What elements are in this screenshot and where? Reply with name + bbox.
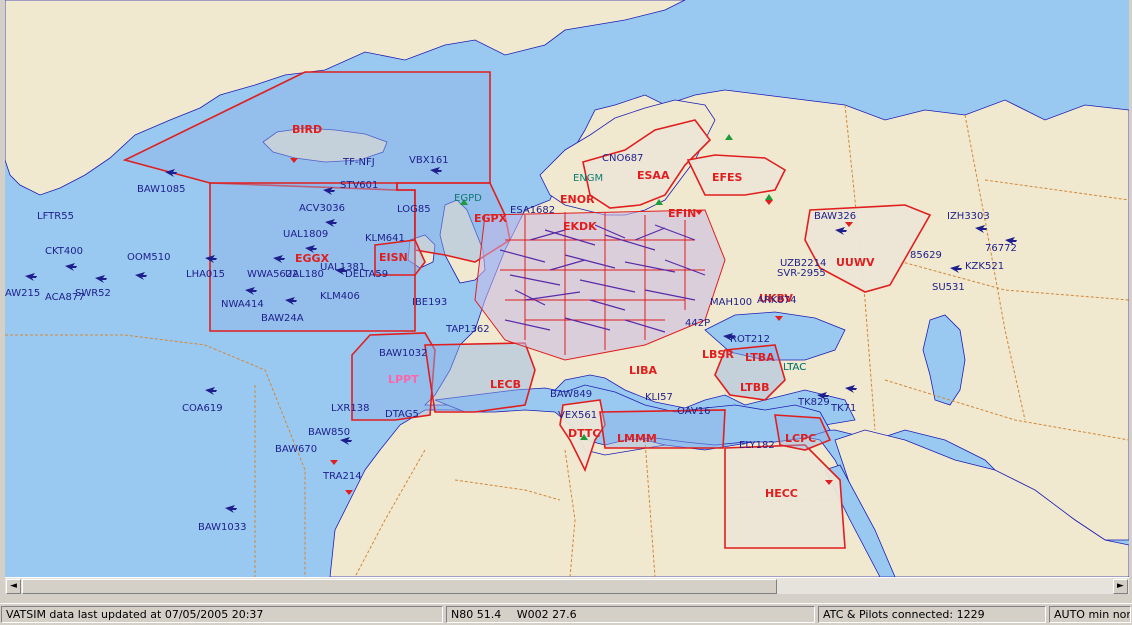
- aircraft-callsign[interactable]: IBE193: [412, 297, 447, 308]
- aircraft-callsign[interactable]: ELY182: [739, 440, 775, 451]
- aircraft-callsign[interactable]: 76772: [985, 243, 1017, 254]
- status-longitude: W002 27.6: [516, 608, 577, 621]
- aircraft-callsign[interactable]: BAW670: [275, 444, 317, 455]
- aircraft-callsign[interactable]: TF-NFJ: [342, 157, 375, 168]
- aircraft-callsign[interactable]: ESA1682: [510, 205, 555, 216]
- fir-label[interactable]: HECC: [765, 487, 798, 500]
- fir-label[interactable]: BIRD: [292, 123, 322, 136]
- aircraft-callsign[interactable]: TK829: [797, 397, 830, 408]
- fir-label[interactable]: LMMM: [617, 432, 657, 445]
- aircraft-callsign[interactable]: VBX161: [409, 155, 449, 166]
- aircraft-callsign[interactable]: UAL180: [285, 269, 324, 280]
- aircraft-callsign[interactable]: BAW24A: [261, 313, 304, 324]
- aircraft-callsign[interactable]: LFTR55: [37, 211, 74, 222]
- aircraft-callsign[interactable]: 85629: [910, 250, 942, 261]
- aircraft-callsign[interactable]: DTAG5: [385, 409, 419, 420]
- aircraft-callsign[interactable]: 442P: [685, 318, 710, 329]
- aircraft-callsign[interactable]: LHA015: [186, 269, 225, 280]
- fir-label[interactable]: EKDK: [563, 220, 597, 233]
- aircraft-callsign[interactable]: KLM406: [320, 291, 360, 302]
- map-view[interactable]: BIRD EGPX EGGX EISN ESAA EFES UUWV LTBB …: [5, 0, 1129, 577]
- aircraft-callsign[interactable]: KLM641: [365, 233, 405, 244]
- fir-label[interactable]: LTBA: [745, 351, 775, 364]
- aircraft-callsign[interactable]: NWA414: [221, 299, 264, 310]
- fir-label[interactable]: ENOR: [560, 193, 595, 206]
- fir-label[interactable]: EISN: [379, 251, 408, 264]
- airport-label[interactable]: ENGM: [573, 173, 603, 184]
- status-mode: AUTO min norm: [1049, 606, 1131, 623]
- aircraft-callsign[interactable]: BAW1085: [137, 184, 186, 195]
- aircraft-callsign[interactable]: LXR138: [331, 403, 369, 414]
- aircraft-callsign[interactable]: SU531: [932, 282, 965, 293]
- fir-label[interactable]: LPPT: [388, 373, 419, 386]
- scroll-right-icon[interactable]: ►: [1113, 579, 1128, 594]
- fir-label[interactable]: LBSR: [702, 348, 734, 361]
- aircraft-callsign[interactable]: SVR-2955: [777, 268, 826, 279]
- airport-label[interactable]: LTAC: [783, 362, 806, 373]
- aircraft-callsign[interactable]: TRA214: [322, 471, 362, 482]
- scroll-left-icon[interactable]: ◄: [6, 579, 21, 594]
- fir-label[interactable]: UUWV: [836, 256, 875, 269]
- aircraft-callsign[interactable]: ACV3036: [299, 203, 345, 214]
- aircraft-callsign[interactable]: BAW1033: [198, 522, 247, 533]
- aircraft-callsign[interactable]: ROT212: [730, 334, 770, 345]
- fir-label[interactable]: EFES: [712, 171, 743, 184]
- aircraft-callsign[interactable]: BAW326: [814, 211, 856, 222]
- aircraft-callsign[interactable]: BAW849: [550, 389, 592, 400]
- status-bar: VATSIM data last updated at 07/05/2005 2…: [0, 603, 1132, 625]
- horizontal-scrollbar[interactable]: ◄ ►: [5, 577, 1129, 594]
- aircraft-callsign[interactable]: AW215: [5, 288, 40, 299]
- aircraft-callsign[interactable]: COA619: [182, 403, 223, 414]
- fir-label[interactable]: ESAA: [637, 169, 670, 182]
- aircraft-callsign[interactable]: UAL1809: [283, 229, 328, 240]
- fir-label[interactable]: LIBA: [629, 364, 657, 377]
- fir-label[interactable]: LTBB: [740, 381, 769, 394]
- status-coordinates: N80 51.4 W002 27.6: [446, 606, 815, 623]
- aircraft-callsign[interactable]: TAP1362: [445, 324, 490, 335]
- aircraft-callsign[interactable]: CKT400: [45, 246, 83, 257]
- aircraft-callsign[interactable]: UZB2214: [780, 258, 826, 269]
- aircraft-callsign[interactable]: BAW850: [308, 427, 350, 438]
- scrollbar-thumb[interactable]: [22, 579, 777, 594]
- fir-label[interactable]: LCPC: [785, 432, 816, 445]
- aircraft-callsign[interactable]: MAH100: [710, 297, 752, 308]
- aircraft-callsign[interactable]: IZH3303: [947, 211, 990, 222]
- status-connected-count: ATC & Pilots connected: 1229: [818, 606, 1046, 623]
- aircraft-callsign[interactable]: ACA877: [45, 292, 85, 303]
- aircraft-callsign[interactable]: KLI57: [645, 392, 673, 403]
- aircraft-callsign[interactable]: CNO687: [602, 153, 643, 164]
- aircraft-callsign[interactable]: VEX561: [558, 410, 597, 421]
- aircraft-callsign[interactable]: TK71: [830, 403, 856, 414]
- aircraft-callsign[interactable]: OOM510: [127, 252, 170, 263]
- aircraft-callsign[interactable]: BAW1032: [379, 348, 428, 359]
- aircraft-callsign[interactable]: ARK874: [757, 295, 796, 306]
- fir-label[interactable]: EGPX: [474, 212, 508, 225]
- status-latitude: N80 51.4: [451, 608, 502, 621]
- fir-label[interactable]: DTTC: [568, 427, 600, 440]
- airport-label[interactable]: EGPD: [454, 193, 482, 204]
- status-data-updated: VATSIM data last updated at 07/05/2005 2…: [1, 606, 443, 623]
- map-canvas[interactable]: BIRD EGPX EGGX EISN ESAA EFES UUWV LTBB …: [5, 0, 1129, 577]
- aircraft-callsign[interactable]: KZK521: [965, 261, 1004, 272]
- aircraft-callsign[interactable]: LOG85: [397, 204, 431, 215]
- fir-label[interactable]: EFIN: [668, 207, 696, 220]
- aircraft-callsign[interactable]: DELTA59: [345, 269, 388, 280]
- fir-label[interactable]: LECB: [490, 378, 521, 391]
- aircraft-callsign[interactable]: STV601: [340, 180, 378, 191]
- aircraft-callsign[interactable]: OAV16: [677, 406, 710, 417]
